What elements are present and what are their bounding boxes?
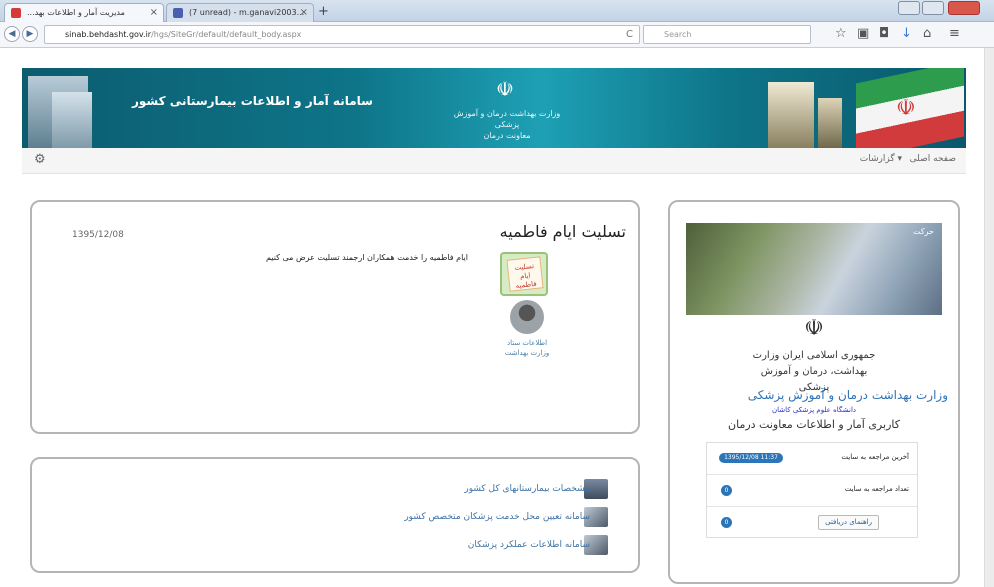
system-title: سامانه آمار و اطلاعات بیمارستانی کشور <box>132 94 373 108</box>
ministry-building-image <box>768 82 814 148</box>
reload-icon[interactable]: C <box>626 26 633 43</box>
university-name: دانشگاه علوم پزشکی کاشان <box>771 406 857 414</box>
deputy-line: معاونت درمان <box>483 131 531 140</box>
author-avatar <box>510 300 544 334</box>
news-date: 1395/12/08 <box>72 230 124 240</box>
back-button[interactable]: ◀ <box>4 26 20 42</box>
link-performance[interactable]: سامانه اطلاعات عملکرد پزشکان <box>468 540 590 550</box>
address-bar[interactable]: sinab.behdasht.gov.ir/hgs/SiteGr/default… <box>44 25 640 44</box>
guide-row: راهنمای دریافتی 0 <box>707 507 917 539</box>
gear-icon[interactable]: ⚙ <box>34 152 46 167</box>
menu-icon[interactable]: ≡ <box>949 27 960 41</box>
ministry-line: وزارت بهداشت درمان و آموزش پزشکی <box>453 109 561 129</box>
news-text: ایام فاطمیه را خدمت همکاران ارجمند تسلیت… <box>265 253 468 262</box>
flag-emblem-icon: ☫ <box>896 96 916 121</box>
minimize-button[interactable] <box>898 1 920 15</box>
search-input[interactable]: Search <box>643 25 811 44</box>
forward-button[interactable]: ▶ <box>22 26 38 42</box>
link-specialists[interactable]: سامانه تعیین محل خدمت پزشکان متخصص کشور <box>404 512 590 522</box>
page-scrollbar[interactable] <box>984 48 994 587</box>
news-image-caption: تسلیت ایام فاطمیه <box>506 256 544 292</box>
tab-mail[interactable]: (7 unread) - m.ganavi2003... × <box>166 3 314 22</box>
url-path: /hgs/SiteGr/default/default_body.aspx <box>151 30 302 39</box>
link-hospitals[interactable]: مشخصات بیمارستانهای کل کشور <box>464 484 590 494</box>
news-panel: 1395/12/08 تسلیت ایام فاطمیه ایام فاطمیه… <box>30 200 640 434</box>
header-photo: حرکت <box>686 223 942 315</box>
site-banner: سامانه آمار و اطلاعات بیمارستانی کشور ☫ … <box>22 68 966 148</box>
visit-stats: آخرین مراجعه به سایت 1395/12/08 11:37 تع… <box>706 442 918 538</box>
bookmarks-menu-icon[interactable]: ▣ <box>857 27 869 41</box>
download-icon[interactable]: ↓ <box>901 27 912 41</box>
visit-count-badge: 0 <box>721 485 732 496</box>
news-thumbnail[interactable]: تسلیت ایام فاطمیه <box>500 252 548 296</box>
ministry-logo-text: وزارت بهداشت درمان و آموزش پزشکی معاونت … <box>442 108 572 141</box>
url-host: sinab.behdasht.gov.ir <box>65 30 152 39</box>
tab-title: (7 unread) - m.ganavi2003... <box>189 8 305 17</box>
close-window-button[interactable] <box>948 1 980 15</box>
browser-navbar: ◀ ▶ sinab.behdasht.gov.ir/hgs/SiteGr/def… <box>0 22 994 48</box>
menu-reports[interactable]: گزارشات ▾ <box>860 154 902 164</box>
ministry-building-image <box>818 98 842 148</box>
guide-button[interactable]: راهنمای دریافتی <box>818 515 879 530</box>
photo-tag: حرکت <box>912 227 934 236</box>
tab-title: ...مدیریت آمار و اطلاعات بهد <box>27 8 125 17</box>
links-panel: مشخصات بیمارستانهای کل کشور سامانه تعیین… <box>30 457 640 573</box>
tab-stats-site[interactable]: ...مدیریت آمار و اطلاعات بهد × <box>4 3 164 22</box>
sidebar-panel: حرکت ☫ جمهوری اسلامی ایران وزارت بهداشت،… <box>668 200 960 584</box>
visit-count-label: تعداد مراجعه به سایت <box>844 485 909 493</box>
site-menu: ⚙ صفحه اصلی گزارشات ▾ <box>22 148 966 174</box>
maximize-button[interactable] <box>922 1 944 15</box>
new-tab-button[interactable]: + <box>318 4 329 19</box>
last-visit-label: آخرین مراجعه به سایت <box>841 453 909 461</box>
news-title[interactable]: تسلیت ایام فاطمیه <box>500 222 626 241</box>
author-name[interactable]: اطلاعات ستاد وزارت بهداشت <box>497 338 557 358</box>
bookmark-star-icon[interactable]: ☆ <box>835 27 847 41</box>
last-visit-row: آخرین مراجعه به سایت 1395/12/08 11:37 <box>707 443 917 475</box>
guide-badge: 0 <box>721 517 732 528</box>
mail-favicon-icon <box>173 8 183 18</box>
iran-emblem-icon: ☫ <box>804 316 824 341</box>
close-icon[interactable]: × <box>300 4 308 21</box>
browser-titlebar: ...مدیریت آمار و اطلاعات بهد × (7 unread… <box>0 0 994 22</box>
ministry-name: وزارت بهداشت درمان و آموزش پزشکی <box>747 388 948 402</box>
department-name: کاربری آمار و اطلاعات معاونت درمان <box>728 418 900 431</box>
menu-home[interactable]: صفحه اصلی <box>910 154 956 164</box>
last-visit-badge: 1395/12/08 11:37 <box>719 453 783 463</box>
site-favicon-icon <box>11 8 21 18</box>
visit-count-row: تعداد مراجعه به سایت 0 <box>707 475 917 507</box>
close-icon[interactable]: × <box>150 4 158 21</box>
pocket-icon[interactable]: ◘ <box>879 27 889 41</box>
iran-emblem-icon: ☫ <box>496 77 514 101</box>
search-placeholder: Search <box>664 30 692 39</box>
building-image <box>52 92 92 148</box>
home-icon[interactable]: ⌂ <box>923 27 931 41</box>
